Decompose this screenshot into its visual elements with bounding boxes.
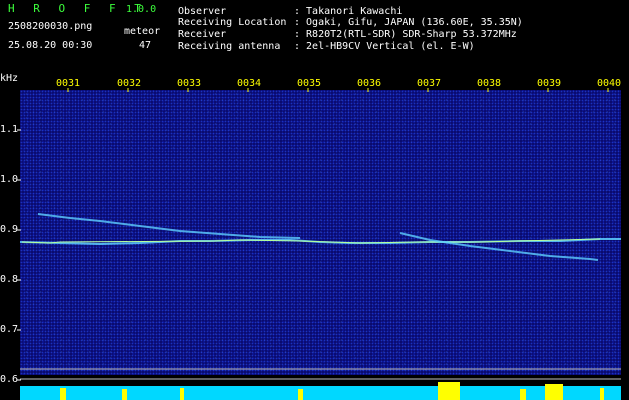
x-tick-marks <box>67 88 609 92</box>
y-tick-marks <box>17 129 21 381</box>
spectrogram-overlay <box>17 88 621 400</box>
drift-trace <box>37 213 301 239</box>
drift-trace-lower <box>399 232 599 261</box>
signal-level-bar <box>20 386 621 400</box>
